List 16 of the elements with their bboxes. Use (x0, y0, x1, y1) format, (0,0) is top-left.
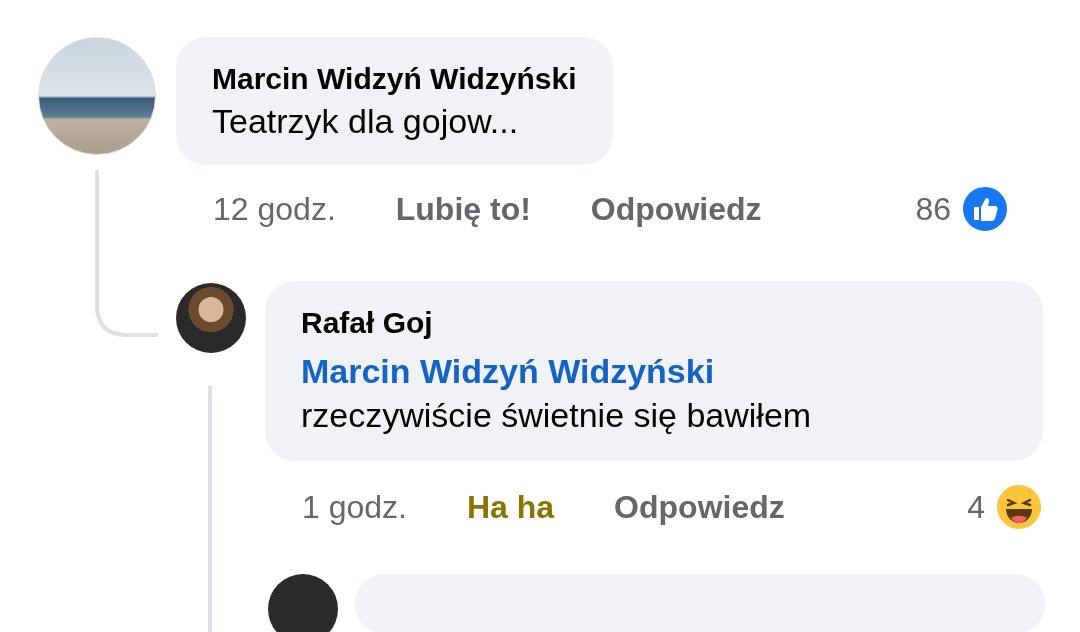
laughing-emoji-icon (995, 483, 1043, 531)
avatar-photo (268, 574, 338, 632)
reply-button[interactable]: Odpowiedz (590, 190, 762, 228)
comment-text: rzeczywiście świetnie się bawiłem (301, 395, 813, 436)
mention-link[interactable]: Marcin Widzyń Widzyński (301, 349, 1007, 393)
timestamp: 1 godz. (302, 488, 407, 526)
comment-text: Teatrzyk dla gojow... (212, 101, 520, 142)
reaction-count: 4 (967, 488, 985, 526)
thumbs-up-icon (961, 185, 1009, 233)
reply-button[interactable]: Odpowiedz (614, 488, 785, 526)
timestamp: 12 godz. (213, 190, 336, 228)
author-name[interactable]: Rafał Goj (301, 303, 1007, 343)
reaction-button[interactable]: Lubię to! (395, 190, 531, 228)
reaction-button[interactable]: Ha ha (466, 488, 555, 526)
reaction-count: 86 (915, 190, 951, 228)
author-name[interactable]: Marcin Widzyń Widzyński (212, 59, 577, 99)
